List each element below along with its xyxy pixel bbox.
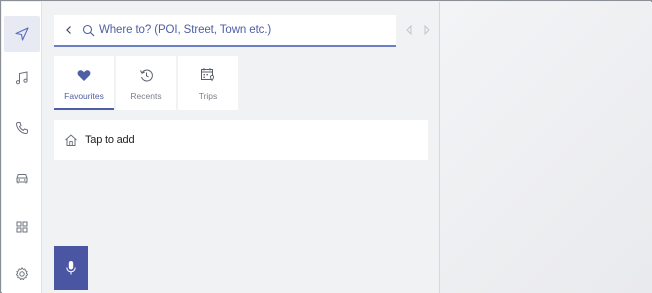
search-icon	[80, 14, 96, 46]
sidebar-item-media[interactable]	[4, 60, 40, 96]
sidebar-item-phone[interactable]	[4, 110, 40, 146]
voice-command-button[interactable]	[54, 246, 88, 290]
car-icon	[16, 174, 28, 184]
tab-label: Trips	[198, 91, 218, 101]
pager-arrows	[400, 15, 436, 45]
settings-gear-icon	[15, 267, 29, 281]
previous-arrow-icon[interactable]	[402, 23, 416, 37]
destination-search-bar[interactable]: Where to? (POI, Street, Town etc.)	[54, 15, 396, 47]
phone-icon	[15, 122, 28, 135]
music-note-icon	[15, 71, 28, 85]
next-arrow-icon[interactable]	[420, 23, 434, 37]
apps-grid-icon	[16, 221, 28, 233]
back-chevron-icon[interactable]	[58, 14, 80, 46]
sidebar-item-settings[interactable]	[4, 256, 40, 292]
navigation-panel: Where to? (POI, Street, Town etc.) Favou…	[42, 2, 440, 293]
history-icon	[139, 65, 154, 85]
add-home-item[interactable]: Tap to add	[54, 120, 428, 160]
navigation-arrow-icon	[15, 27, 29, 41]
app-window: Where to? (POI, Street, Town etc.) Favou…	[0, 0, 652, 293]
sidebar-item-apps[interactable]	[4, 209, 40, 245]
sidebar-item-navigation[interactable]	[4, 16, 40, 52]
tab-recents[interactable]: Recents	[116, 56, 176, 110]
destination-tabs: Favourites Recents Trips	[54, 56, 238, 110]
heart-icon	[77, 65, 91, 85]
search-input[interactable]: Where to? (POI, Street, Town etc.)	[99, 24, 271, 36]
home-icon	[64, 133, 78, 147]
map-area[interactable]	[440, 2, 652, 293]
microphone-icon	[66, 261, 76, 275]
sidebar	[2, 2, 42, 293]
list-item-label: Tap to add	[85, 134, 135, 146]
tab-label: Recents	[130, 91, 162, 101]
tab-favourites[interactable]: Favourites	[54, 56, 114, 110]
sidebar-item-vehicle[interactable]	[4, 160, 40, 196]
tab-label: Favourites	[64, 91, 104, 101]
trips-icon	[200, 65, 216, 85]
tab-trips[interactable]: Trips	[178, 56, 238, 110]
